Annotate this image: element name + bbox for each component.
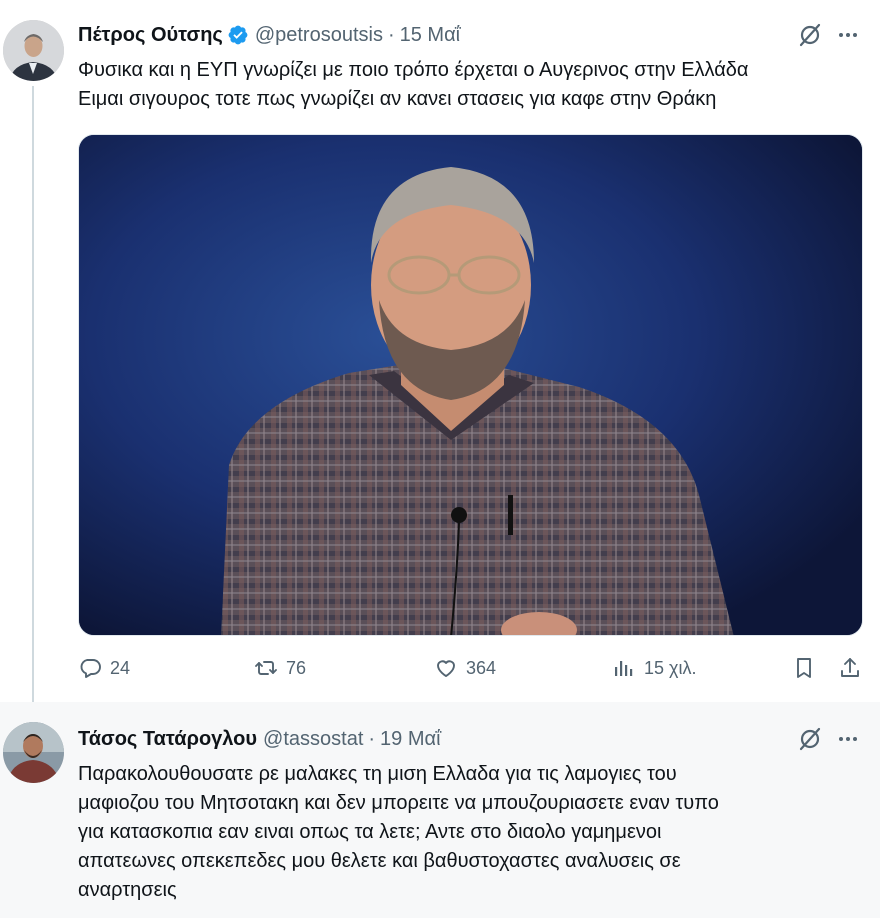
- tweet-media-image[interactable]: [78, 134, 863, 636]
- tweet-text: Παρακολουθουσατε ρε μαλακες τη μιση Ελλα…: [78, 760, 860, 905]
- separator-dot: ·: [387, 23, 395, 46]
- author-name[interactable]: Τάσος Τατάρογλου: [78, 728, 257, 751]
- tweet-2[interactable]: Τάσος Τατάρογλου @tassostat · 19 Μαΐ Παρ…: [0, 702, 880, 918]
- tweet-date[interactable]: 15 Μαΐ: [400, 24, 460, 47]
- views-icon: [615, 661, 633, 676]
- tweet-text-line: αναρτησεις: [78, 879, 177, 901]
- verified-badge-icon: [227, 24, 249, 46]
- reply-icon: [80, 659, 101, 678]
- tweet-header: Τάσος Τατάρογλου @tassostat · 19 Μαΐ: [78, 724, 880, 754]
- grok-icon[interactable]: [797, 22, 823, 48]
- more-icon[interactable]: [836, 727, 860, 751]
- views-count: 15 χιλ.: [644, 657, 697, 678]
- like-icon: [437, 660, 455, 677]
- tweet-text-line: Ειμαι σιγουρος τοτε πως γνωρίζει αν κανε…: [78, 88, 717, 110]
- tweet-header: Πέτρος Ούτσης @petrosoutsis · 15 Μαΐ: [78, 20, 880, 50]
- tweet-text: Φυσικα και η ΕΥΠ γνωρίζει με ποιο τρόπο …: [78, 56, 860, 114]
- repost-count: 76: [286, 657, 307, 678]
- repost-icon: [255, 661, 277, 675]
- like-count: 364: [466, 657, 497, 678]
- bookmark-button[interactable]: [792, 656, 816, 680]
- tweet-actions: 24 76 364 15 χιλ.: [78, 656, 860, 688]
- author-handle[interactable]: @tassostat: [263, 728, 363, 751]
- tweet-text-line: για κατασκοπια εαν ειναι οπως τα λετε; Α…: [78, 821, 662, 843]
- reply-count: 24: [110, 657, 131, 678]
- tweet-text-line: μαφιοζου του Μητσοτακη και δεν μπορειτε …: [78, 792, 719, 814]
- grok-icon[interactable]: [797, 726, 823, 752]
- tweet-text-line: απατεωνες οπεκεπεδες μου θελετε και βαθυ…: [78, 850, 681, 872]
- thread-line: [32, 86, 34, 702]
- author-name[interactable]: Πέτρος Ούτσης: [78, 24, 223, 47]
- author-handle[interactable]: @petrosoutsis: [255, 24, 383, 47]
- avatar[interactable]: [3, 722, 64, 783]
- tweet-text-line: Φυσικα και η ΕΥΠ γνωρίζει με ποιο τρόπο …: [78, 59, 749, 81]
- repost-button[interactable]: 76: [254, 656, 306, 680]
- separator-dot: ·: [368, 727, 376, 750]
- tweet-text-line: Παρακολουθουσατε ρε μαλακες τη μιση Ελλα…: [78, 763, 677, 785]
- reply-button[interactable]: 24: [78, 656, 130, 680]
- views-button[interactable]: 15 χιλ.: [612, 656, 696, 680]
- more-icon[interactable]: [836, 23, 860, 47]
- avatar[interactable]: [3, 20, 64, 81]
- bookmark-icon: [797, 658, 811, 678]
- share-icon: [841, 658, 859, 677]
- like-button[interactable]: 364: [434, 656, 496, 680]
- tweet-1[interactable]: Πέτρος Ούτσης @petrosoutsis · 15 Μαΐ Φυσ…: [0, 0, 880, 702]
- tweet-date[interactable]: 19 Μαΐ: [380, 728, 440, 751]
- share-button[interactable]: [838, 656, 862, 680]
